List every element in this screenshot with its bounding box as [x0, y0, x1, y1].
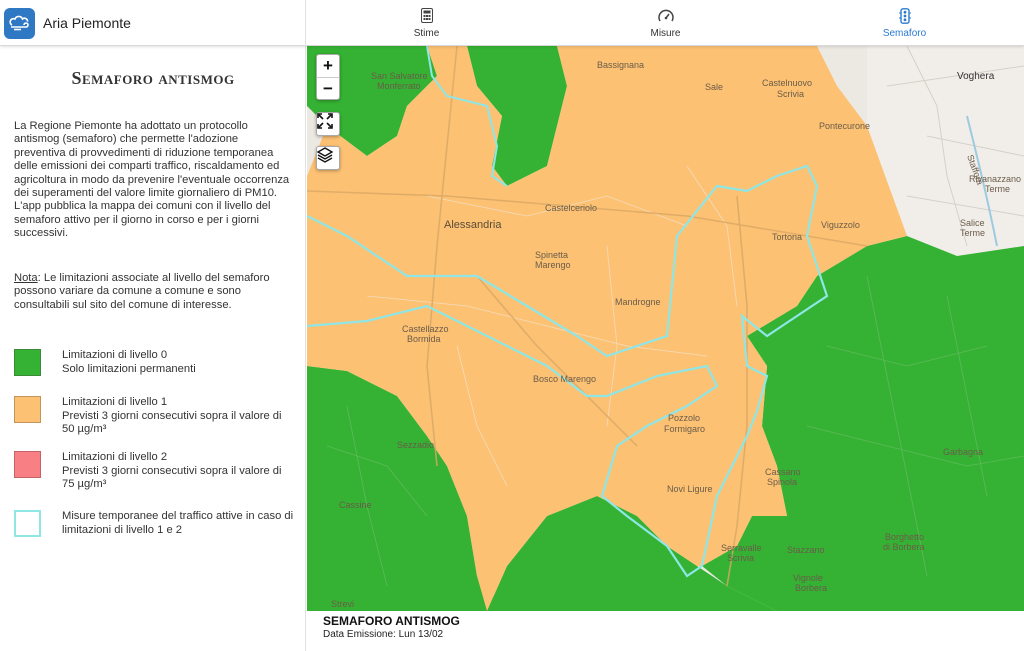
map-label: Salice — [960, 218, 985, 228]
panel-description: La Regione Piemonte ha adottato un proto… — [14, 120, 292, 241]
note-text: : Le limitazioni associate al livello de… — [14, 272, 270, 311]
tab-semaforo[interactable]: Semaforo — [785, 0, 1024, 46]
fullscreen-button[interactable] — [316, 112, 340, 136]
tab-misure-label: Misure — [650, 27, 681, 39]
map-label: Garbagna — [943, 447, 983, 457]
map-label: Sale — [705, 82, 723, 92]
map-label: Cassano — [765, 467, 801, 477]
map-label: Marengo — [535, 260, 571, 270]
legend-item-level-0: Limitazioni di livello 0 Solo limitazion… — [14, 349, 294, 376]
zoom-in-button[interactable]: + — [317, 55, 339, 77]
legend-swatch-level-1 — [14, 396, 41, 423]
map-view[interactable]: San Salvatore Monferrato Bassignana Sale… — [307, 46, 1024, 611]
map-label: Pontecurone — [819, 121, 870, 131]
map-label: Scrivia — [777, 89, 804, 99]
map-label: Terme — [985, 184, 1010, 194]
tab-stime[interactable]: Stime — [307, 0, 546, 46]
map-footer: SEMAFORO ANTISMOG Data Emissione: Lun 13… — [307, 611, 1024, 651]
map-label: Bormida — [407, 334, 441, 344]
map-label: Tortona — [772, 232, 802, 242]
emission-date: Data Emissione: Lun 13/02 — [323, 629, 444, 640]
map-label: Spinetta — [535, 250, 568, 260]
map-label: Scrivia — [727, 553, 754, 563]
map-label: Vignole — [793, 573, 823, 583]
map-label: Castelceriolo — [545, 203, 597, 213]
legend-text: Limitazioni di livello 2 Previsti 3 gior… — [62, 451, 282, 491]
map-label: Mandrogne — [615, 297, 661, 307]
description-text-2: L'app pubblica la mappa dei comuni con i… — [14, 200, 271, 240]
zoom-out-button[interactable]: − — [317, 77, 339, 99]
tab-semaforo-label: Semaforo — [882, 27, 927, 39]
legend-swatch-level-0 — [14, 349, 41, 376]
map-label: Monferrato — [377, 81, 421, 91]
tab-misure[interactable]: Misure — [546, 0, 785, 46]
footer-title: SEMAFORO ANTISMOG — [323, 614, 460, 628]
app-title: Aria Piemonte — [43, 15, 131, 31]
panel-note: Nota: Le limitazioni associate al livell… — [14, 272, 294, 312]
map-label: Borghetto — [885, 532, 924, 542]
panel-title: Semaforo antismog — [71, 68, 235, 88]
map-label: di Borbera — [883, 542, 925, 552]
info-panel: Semaforo antismog La Regione Piemonte ha… — [0, 46, 306, 651]
legend-item-level-2: Limitazioni di livello 2 Previsti 3 gior… — [14, 451, 294, 492]
fullscreen-icon — [317, 113, 339, 135]
legend-item-level-1: Limitazioni di livello 1 Previsti 3 gior… — [14, 396, 294, 437]
calculator-icon — [419, 8, 435, 24]
legend-swatch-traffic-measures — [14, 510, 41, 537]
map-label: Stazzano — [787, 545, 825, 555]
map-label: Voghera — [957, 71, 995, 82]
map-label: Castelnuovo — [762, 78, 812, 88]
brand[interactable]: Aria Piemonte — [0, 0, 306, 46]
note-label: Nota — [14, 272, 38, 284]
map-label: Cassine — [339, 500, 372, 510]
legend-text: Misure temporanee del traffico attive in… — [62, 510, 294, 536]
map-label: San Salvatore — [371, 71, 428, 81]
map-label: Pozzolo — [668, 413, 700, 423]
layers-button[interactable] — [316, 146, 340, 170]
legend-text: Limitazioni di livello 1 Previsti 3 gior… — [62, 396, 282, 436]
map-label: Strevi — [331, 599, 354, 609]
legend-item-traffic-measures: Misure temporanee del traffico attive in… — [14, 510, 294, 537]
map-label: Terme — [960, 228, 985, 238]
map-label: Formigaro — [664, 424, 705, 434]
map-label: Bassignana — [597, 60, 644, 70]
cloud-wind-icon — [4, 7, 35, 39]
map-label: Serravalle — [721, 543, 762, 553]
map-label: Viguzzolo — [821, 220, 860, 230]
gauge-icon — [657, 8, 674, 24]
map-label: Alessandria — [444, 219, 502, 231]
legend-text: Limitazioni di livello 0 Solo limitazion… — [62, 349, 196, 375]
description-text: La Regione Piemonte ha adottato un proto… — [14, 120, 290, 200]
map-label: Bosco Marengo — [533, 374, 596, 384]
map-label: Castellazzo — [402, 324, 449, 334]
map-canvas[interactable]: San Salvatore Monferrato Bassignana Sale… — [307, 46, 1024, 611]
map-label: Spinola — [767, 477, 797, 487]
legend-swatch-level-2 — [14, 451, 41, 478]
map-label: Borbera — [795, 583, 827, 593]
zoom-control: + − — [316, 54, 340, 100]
map-label: Sezzadio — [397, 440, 434, 450]
top-bar: Aria Piemonte Stime Misure Semaforo — [0, 0, 1024, 46]
map-label: Novi Ligure — [667, 484, 713, 494]
tab-stime-label: Stime — [413, 27, 440, 39]
tab-bar: Stime Misure Semaforo — [307, 0, 1024, 46]
traffic-light-icon — [897, 7, 913, 24]
layers-icon — [317, 147, 339, 169]
